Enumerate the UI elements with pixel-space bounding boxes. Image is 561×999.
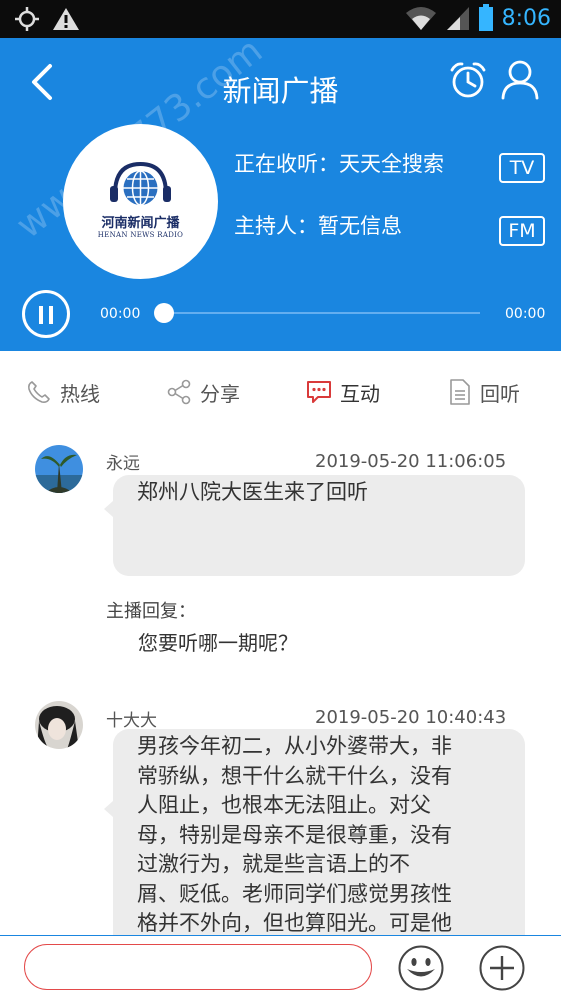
user-icon xyxy=(501,60,539,100)
smiley-icon xyxy=(398,945,444,991)
comment-text-line: 屑、贬低。老师同学们感觉男孩性 xyxy=(137,881,452,906)
station-logo: 河南新闻广播 HENAN NEWS RADIO xyxy=(63,124,218,279)
logo-name-cn: 河南新闻广播 xyxy=(101,216,180,231)
comment-input[interactable] xyxy=(24,944,372,990)
comment-text-line: 人阻止，也根本无法阻止。对父 xyxy=(137,793,431,817)
host-reply-label: 主播回复： xyxy=(106,601,196,622)
phone-icon xyxy=(28,381,50,403)
battery-icon xyxy=(478,4,493,31)
logo-name-en: HENAN NEWS RADIO xyxy=(97,231,184,239)
tab-share[interactable]: 分享 xyxy=(166,377,240,407)
comment-text: 郑州八院大医生来了回听 xyxy=(137,480,368,504)
emoji-button[interactable] xyxy=(397,944,445,992)
comment-text-line: 常骄纵，想干什么就干什么，没有 xyxy=(137,763,452,788)
comment-text-line: 格并不外向，但也算阳光。可是他 xyxy=(137,911,452,935)
gps-icon xyxy=(15,7,39,31)
document-icon xyxy=(450,379,470,405)
wifi-icon xyxy=(405,7,436,30)
comment-bubble: 郑州八院大医生来了回听 xyxy=(113,475,525,576)
comment-bubble: 男孩今年初二，从小外婆带大，非 常骄纵，想干什么就干什么，没有 人阻止，也根本无… xyxy=(113,729,525,935)
host-text: 主持人：暂无信息 xyxy=(234,214,402,238)
alarm-button[interactable] xyxy=(448,60,488,100)
status-bar: 8:06 xyxy=(0,0,561,38)
tab-replay[interactable]: 回听 xyxy=(448,377,520,407)
warning-icon xyxy=(53,8,79,30)
comment-text-line: 男孩今年初二，从小外婆带大，非 xyxy=(137,734,452,758)
tab-hotline-label: 热线 xyxy=(60,381,100,406)
total-time: 00:00 xyxy=(505,306,546,322)
pause-button[interactable] xyxy=(22,290,70,338)
progress-track[interactable] xyxy=(162,312,480,314)
alarm-clock-icon xyxy=(450,62,486,98)
tab-hotline[interactable]: 热线 xyxy=(26,377,100,407)
chat-icon xyxy=(307,381,331,403)
comment-text-line: 过激行为，就是些言语上的不 xyxy=(137,852,410,876)
fm-button[interactable]: FM xyxy=(499,216,545,246)
comment-timestamp: 2019-05-20 11:06:05 xyxy=(315,451,507,472)
comment-input-bar xyxy=(0,935,561,999)
action-tabs: 热线 分享 互动 回听 xyxy=(0,351,561,429)
tab-replay-label: 回听 xyxy=(480,381,520,406)
signal-icon xyxy=(446,7,469,30)
comment-timestamp: 2019-05-20 10:40:43 xyxy=(315,707,507,728)
tab-share-label: 分享 xyxy=(200,381,240,406)
pause-icon xyxy=(39,306,43,324)
comment-author: 十大大 xyxy=(106,711,157,731)
tab-interact[interactable]: 互动 xyxy=(306,377,380,407)
progress-slider-handle[interactable] xyxy=(154,303,174,323)
comment-author: 永远 xyxy=(106,454,140,474)
tab-interact-label: 互动 xyxy=(340,381,380,406)
add-button[interactable] xyxy=(478,944,526,992)
host-reply-text: 您要听哪一期呢？ xyxy=(138,631,298,655)
user-button[interactable] xyxy=(500,58,540,102)
avatar[interactable] xyxy=(35,445,83,493)
globe-headphones-icon xyxy=(110,161,171,206)
elapsed-time: 00:00 xyxy=(100,306,141,322)
share-icon xyxy=(167,379,191,405)
clock-time: 8:06 xyxy=(501,5,551,31)
plus-icon xyxy=(479,945,525,991)
comment-list[interactable]: 永远 2019-05-20 11:06:05 郑州八院大医生来了回听 主播回复：… xyxy=(0,429,561,935)
tv-button[interactable]: TV xyxy=(499,153,545,183)
avatar[interactable] xyxy=(35,701,83,749)
comment-text-line: 母，特别是母亲不是很尊重，没有 xyxy=(137,822,452,847)
player-header: 新闻广播 河南新闻广播 HENAN NEWS RADIO 正在收听：天天全搜索 … xyxy=(0,30,561,351)
now-playing-text: 正在收听：天天全搜索 xyxy=(234,152,444,176)
